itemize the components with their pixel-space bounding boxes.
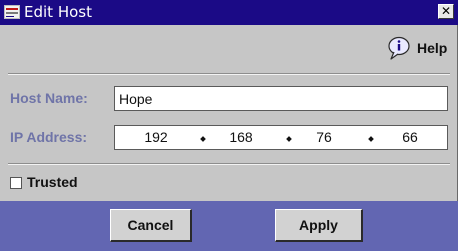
help-speech-bubble-icon[interactable]	[386, 35, 412, 61]
button-bar: Cancel Apply	[0, 201, 458, 251]
ip-address-field	[114, 125, 448, 150]
apply-button[interactable]: Apply	[275, 209, 363, 242]
ip-octet-1[interactable]	[131, 129, 181, 145]
app-icon	[4, 5, 20, 19]
ip-octet-3[interactable]	[299, 129, 349, 145]
divider-top	[8, 73, 450, 75]
ip-separator-dot	[286, 136, 292, 142]
divider-middle	[8, 163, 450, 165]
ip-separator-dot	[200, 136, 206, 142]
trusted-checkbox[interactable]	[10, 177, 22, 189]
help-link[interactable]: Help	[417, 40, 447, 56]
ip-address-label: IP Address:	[10, 129, 88, 145]
title-bar[interactable]: Edit Host ✕	[0, 0, 458, 25]
host-name-input[interactable]	[114, 86, 448, 111]
cancel-button[interactable]: Cancel	[110, 209, 192, 242]
ip-octet-4[interactable]	[385, 129, 435, 145]
host-name-label: Host Name:	[10, 90, 88, 106]
ip-octet-2[interactable]	[216, 129, 266, 145]
trusted-label[interactable]: Trusted	[27, 174, 78, 190]
close-icon[interactable]: ✕	[438, 4, 454, 19]
edit-host-dialog: Edit Host ✕ Help Host Name: IP Address: …	[0, 0, 458, 251]
help-bar: Help	[0, 35, 458, 63]
ip-separator-dot	[368, 136, 374, 142]
window-title: Edit Host	[24, 3, 92, 21]
